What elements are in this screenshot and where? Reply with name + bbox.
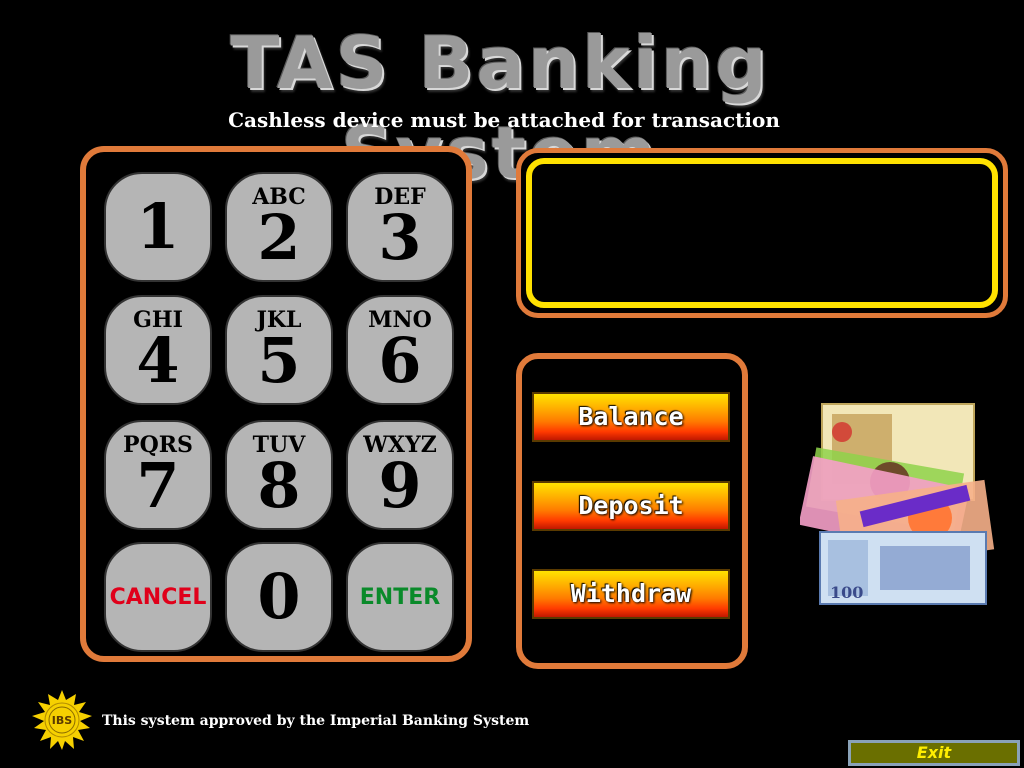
key-digit: 0 [257, 560, 301, 633]
key-digit: 2 [257, 201, 301, 274]
cancel-label: CANCEL [109, 584, 207, 610]
key-6[interactable]: MNO 6 [346, 295, 454, 405]
key-9[interactable]: WXYZ 9 [346, 420, 454, 530]
key-digit: 4 [136, 324, 180, 397]
key-3[interactable]: DEF 3 [346, 172, 454, 282]
cancel-key[interactable]: CANCEL [104, 542, 212, 652]
key-digit: 1 [136, 190, 180, 263]
key-7[interactable]: PQRS 7 [104, 420, 212, 530]
withdraw-button[interactable]: Withdraw [532, 569, 730, 619]
key-digit: 6 [378, 324, 422, 397]
key-8[interactable]: TUV 8 [225, 420, 333, 530]
exit-button[interactable]: Exit [848, 740, 1020, 766]
enter-label: ENTER [359, 584, 441, 610]
deposit-button[interactable]: Deposit [532, 481, 730, 531]
display-screen [526, 158, 998, 308]
svg-text:100: 100 [830, 583, 863, 602]
keypad-panel: 1 ABC 2 DEF 3 GHI 4 JKL 5 MNO 6 PQRS 7 T… [80, 146, 472, 662]
key-0[interactable]: 0 [225, 542, 333, 652]
app-title: TAS Banking System [230, 21, 770, 195]
key-2[interactable]: ABC 2 [225, 172, 333, 282]
page-subtitle: Cashless device must be attached for tra… [228, 108, 780, 132]
key-digit: 5 [257, 324, 301, 397]
enter-key[interactable]: ENTER [346, 542, 454, 652]
key-1[interactable]: 1 [104, 172, 212, 282]
key-4[interactable]: GHI 4 [104, 295, 212, 405]
transaction-display [516, 148, 1008, 318]
balance-button[interactable]: Balance [532, 392, 730, 442]
key-digit: 7 [136, 449, 180, 522]
key-digit: 9 [378, 449, 422, 522]
key-digit: 3 [378, 201, 422, 274]
approval-text: This system approved by the Imperial Ban… [102, 713, 530, 729]
key-digit: 8 [257, 449, 301, 522]
seal-text: IBS [52, 714, 72, 727]
ibs-seal-icon: IBS [32, 690, 92, 750]
key-5[interactable]: JKL 5 [225, 295, 333, 405]
banknotes-image: 100 [800, 403, 995, 605]
transaction-actions-panel: Balance Deposit Withdraw [516, 353, 748, 669]
